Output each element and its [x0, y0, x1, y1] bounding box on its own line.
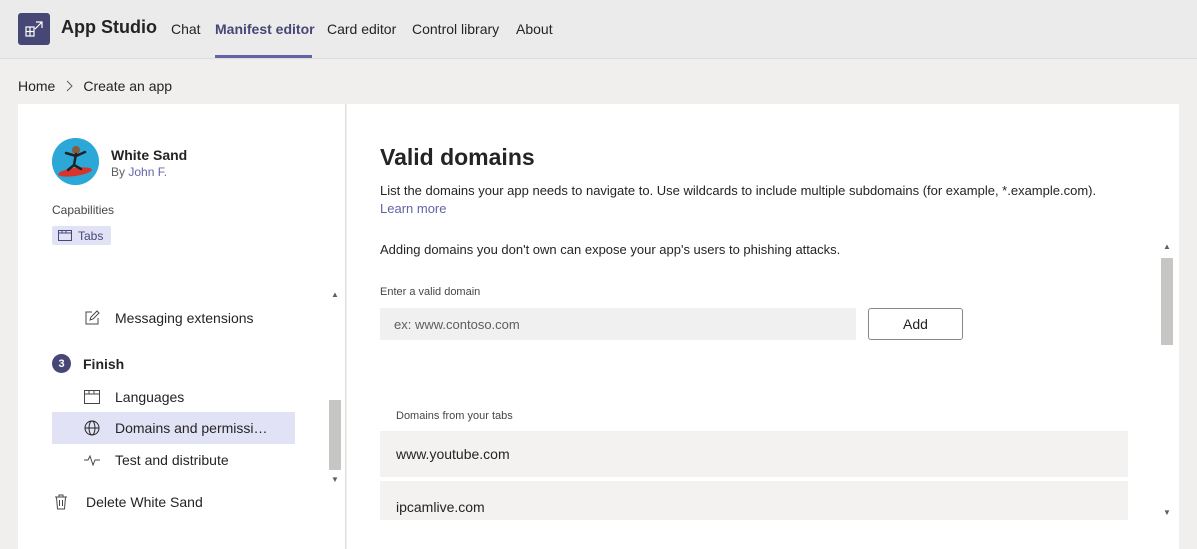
- window-icon: [82, 390, 102, 404]
- delete-app-label: Delete White Sand: [86, 494, 203, 510]
- sidebar-item-label: Domains and permissi…: [115, 420, 268, 436]
- scroll-down-icon[interactable]: ▼: [331, 475, 339, 484]
- app-title: App Studio: [61, 17, 157, 37]
- app-author: By John F.: [111, 165, 167, 179]
- main-scrollbar[interactable]: ▲ ▼: [1159, 240, 1175, 522]
- app-avatar: [52, 138, 99, 185]
- sidebar-item-label: Languages: [115, 389, 185, 405]
- sidebar-scrollbar[interactable]: ▲ ▼: [327, 288, 343, 488]
- breadcrumb-home[interactable]: Home: [18, 78, 55, 94]
- learn-more-link[interactable]: Learn more: [380, 201, 446, 216]
- edit-icon: [82, 310, 102, 326]
- sidebar-item-languages[interactable]: Languages: [52, 381, 295, 413]
- capability-chip-tabs[interactable]: Tabs: [52, 226, 112, 245]
- tab-control-library[interactable]: Control library: [412, 21, 499, 37]
- add-domain-button[interactable]: Add: [868, 308, 963, 340]
- app-name: White Sand: [111, 147, 188, 163]
- phishing-warning: Adding domains you don't own can expose …: [380, 242, 841, 257]
- list-item: ipcamlive.com: [380, 481, 1128, 520]
- trash-icon: [54, 494, 68, 510]
- sidebar-item-messaging-extensions[interactable]: Messaging extensions: [52, 302, 295, 334]
- tab-card-editor[interactable]: Card editor: [327, 21, 396, 37]
- sidebar-item-label: Test and distribute: [115, 452, 229, 468]
- globe-icon: [82, 420, 102, 436]
- tab-manifest-editor[interactable]: Manifest editor: [215, 21, 315, 37]
- scroll-down-icon[interactable]: ▼: [1163, 508, 1171, 517]
- domain-input[interactable]: [380, 308, 856, 340]
- author-prefix: By: [111, 165, 126, 179]
- main-panel: Valid domains List the domains your app …: [347, 104, 1179, 549]
- active-tab-indicator: [215, 55, 312, 58]
- tab-about[interactable]: About: [516, 21, 553, 37]
- sidebar-item-test-and-distribute[interactable]: Test and distribute: [52, 444, 295, 476]
- top-bar: App Studio Chat Manifest editor Card edi…: [0, 0, 1197, 59]
- breadcrumb-current: Create an app: [83, 78, 173, 94]
- capabilities-label: Capabilities: [52, 203, 115, 217]
- left-panel: White Sand By John F. Capabilities Tabs …: [18, 104, 346, 549]
- page-title: Valid domains: [380, 144, 535, 170]
- chevron-right-icon: [65, 80, 74, 92]
- scroll-up-icon[interactable]: ▲: [331, 290, 339, 299]
- author-link[interactable]: John F.: [128, 165, 167, 179]
- sidebar-item-label: Messaging extensions: [115, 310, 254, 326]
- scrollbar-thumb[interactable]: [1161, 258, 1173, 345]
- step-finish-heading: 3 Finish: [52, 354, 124, 373]
- tab-chat[interactable]: Chat: [171, 21, 201, 37]
- delete-app-button[interactable]: Delete White Sand: [54, 494, 203, 510]
- tab-window-icon: [58, 230, 72, 241]
- capability-chip-label: Tabs: [78, 228, 104, 243]
- step-number-badge: 3: [52, 354, 71, 373]
- pulse-icon: [82, 454, 102, 466]
- breadcrumb: Home Create an app: [18, 78, 172, 94]
- tab-domains-label: Domains from your tabs: [396, 410, 513, 422]
- list-item: www.youtube.com: [380, 431, 1128, 477]
- sidebar-item-domains-and-permissions[interactable]: Domains and permissi…: [52, 412, 295, 444]
- section-description: List the domains your app needs to navig…: [380, 183, 1097, 198]
- step-label: Finish: [83, 355, 125, 372]
- app-studio-logo-icon[interactable]: [18, 13, 50, 45]
- scroll-up-icon[interactable]: ▲: [1163, 242, 1171, 251]
- domain-input-label: Enter a valid domain: [380, 286, 481, 298]
- scrollbar-thumb[interactable]: [329, 400, 341, 470]
